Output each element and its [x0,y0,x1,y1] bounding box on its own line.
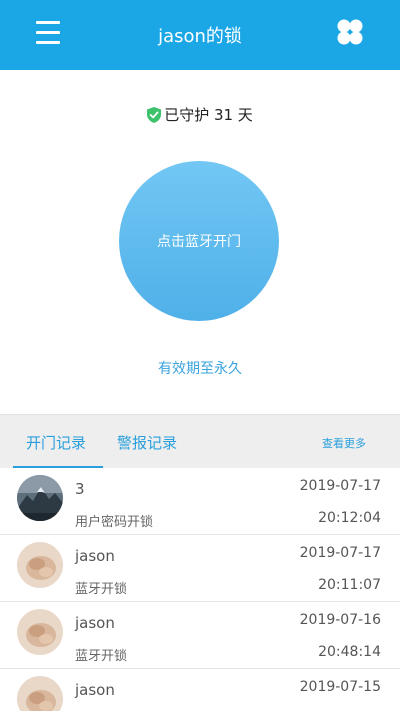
hands-avatar [17,676,63,711]
validity-text: 有效期至永久 [158,361,242,377]
record-user: jason [75,547,115,565]
record-time: 20:11:07 [318,577,381,593]
record-method: 蓝牙开锁 [75,582,128,597]
record-date: 2019-07-15 [299,679,381,695]
menu-icon[interactable] [36,21,60,45]
record-date: 2019-07-16 [299,612,381,628]
guard-days-text: 已守护 31 天 [164,106,253,124]
record-time: 20:48:14 [318,644,381,660]
list-item[interactable]: jason 2019-07-15 [0,669,400,711]
shield-check-icon [147,106,162,123]
record-time: 20:12:04 [318,510,381,526]
app-header: jason的锁 [0,0,400,70]
record-method: 蓝牙开锁 [75,649,128,664]
bluetooth-unlock-button[interactable]: 点击蓝牙开门 [119,161,279,321]
list-item[interactable]: jason 蓝牙开锁 2019-07-17 20:11:07 [0,535,400,602]
page-title: jason的锁 [158,26,242,47]
record-date: 2019-07-17 [299,545,381,561]
hands-avatar [17,542,63,588]
view-more-link[interactable]: 查看更多 [322,435,366,451]
record-tabs: 开门记录 警报记录 查看更多 [0,414,400,468]
mountain-avatar [17,475,63,521]
hands-avatar [17,609,63,655]
record-user: jason [75,614,115,632]
unlock-record-list: 3 用户密码开锁 2019-07-17 20:12:04 jason 蓝牙开锁 … [0,468,400,711]
record-user: jason [75,681,115,699]
record-method: 用户密码开锁 [75,515,154,530]
tab-alarm-records[interactable]: 警报记录 [117,432,177,453]
record-user: 3 [75,480,85,498]
unlock-label: 点击蓝牙开门 [157,234,241,250]
record-date: 2019-07-17 [299,478,381,494]
grid-icon[interactable] [336,18,364,46]
guard-status: 已守护 31 天 [0,104,400,125]
list-item[interactable]: 3 用户密码开锁 2019-07-17 20:12:04 [0,468,400,535]
list-item[interactable]: jason 蓝牙开锁 2019-07-16 20:48:14 [0,602,400,669]
tab-open-records[interactable]: 开门记录 [26,432,86,453]
